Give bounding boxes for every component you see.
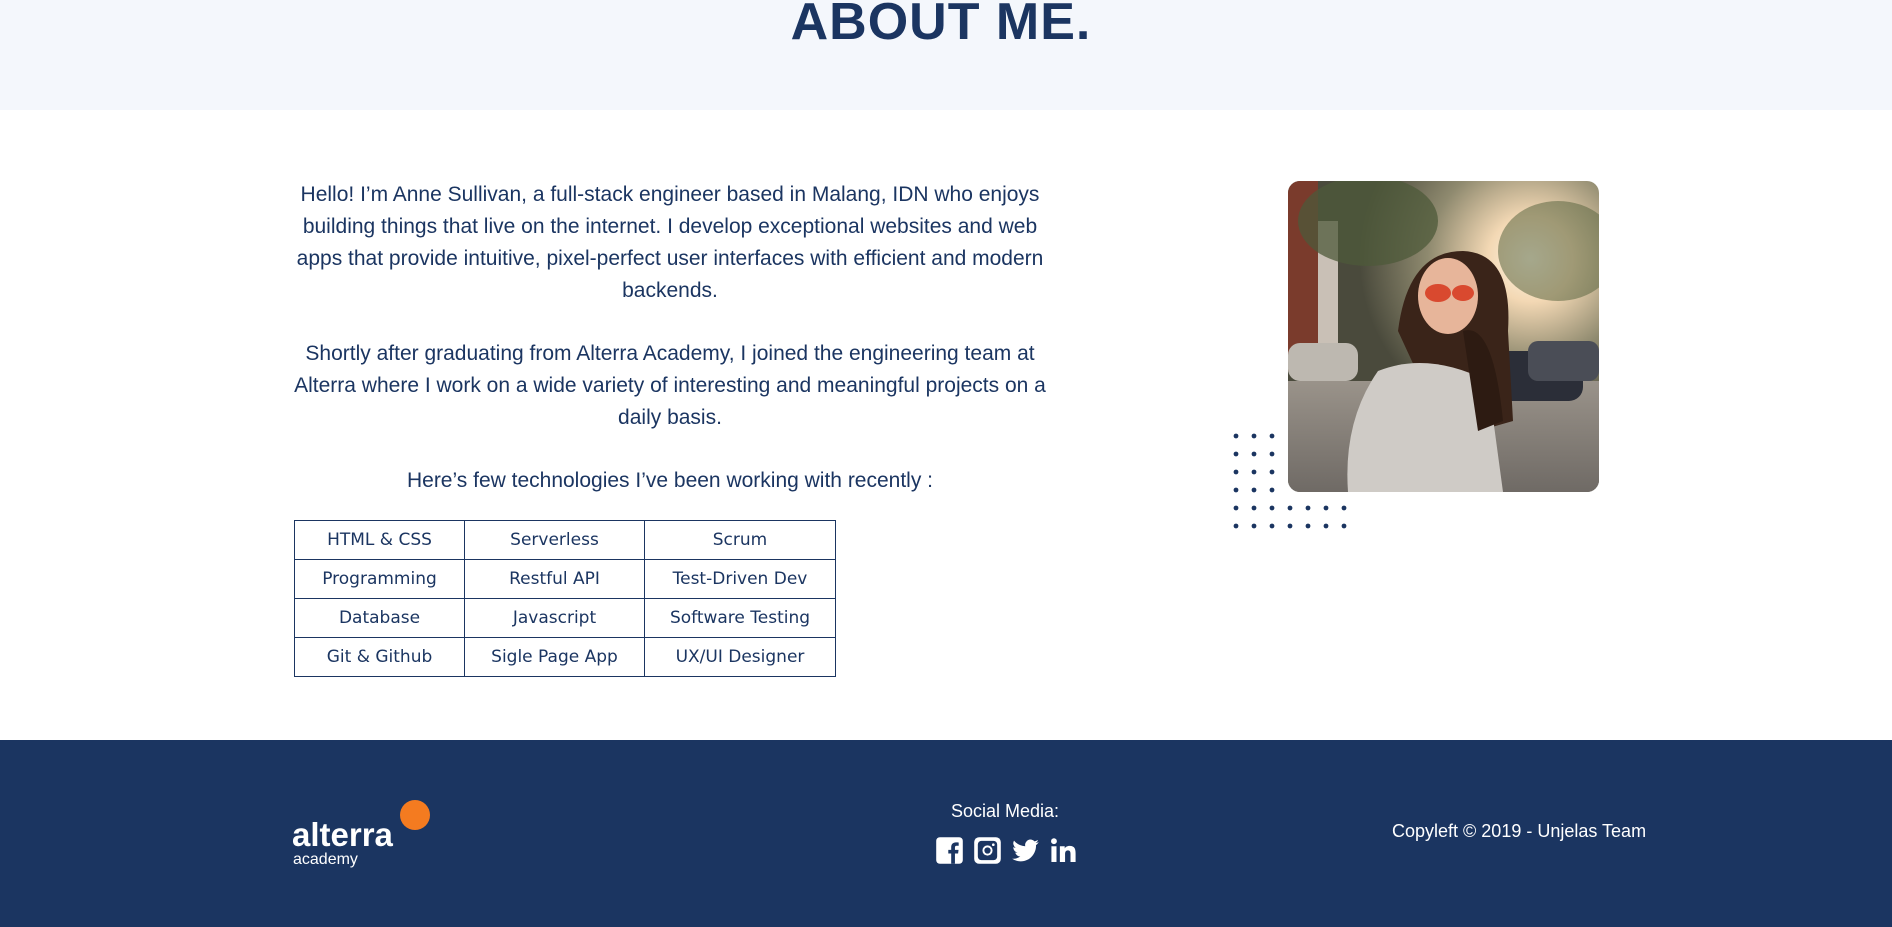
table-row: Git & Github Sigle Page App UX/UI Design… (294, 637, 836, 677)
career-paragraph: Shortly after graduating from Alterra Ac… (294, 342, 1046, 429)
alterra-academy-logo[interactable]: alterra academy (292, 798, 442, 868)
tech-cell: Programming (294, 559, 465, 599)
logo-sub-text: academy (293, 851, 358, 868)
tech-intro-text: Here’s few technologies I’ve been workin… (406, 469, 934, 492)
table-row: Programming Restful API Test-Driven Dev (294, 559, 836, 599)
tech-cell: Serverless (464, 520, 645, 560)
tech-cell: Sigle Page App (464, 637, 645, 677)
linkedin-icon[interactable] (1049, 836, 1078, 865)
footer: alterra academy Social Media: Copyleft ©… (0, 740, 1892, 927)
table-row: HTML & CSS Serverless Scrum (294, 520, 836, 560)
tech-cell: Scrum (644, 520, 836, 560)
technologies-table: HTML & CSS Serverless Scrum Programming … (294, 520, 836, 677)
table-row: Database Javascript Software Testing (294, 598, 836, 638)
social-icons (935, 836, 1078, 865)
facebook-icon[interactable] (935, 836, 964, 865)
tech-cell: Database (294, 598, 465, 638)
tech-cell: Restful API (464, 559, 645, 599)
tech-cell: UX/UI Designer (644, 637, 836, 677)
instagram-icon[interactable] (973, 836, 1002, 865)
tech-cell: Test-Driven Dev (644, 559, 836, 599)
page-title: ABOUT ME. (790, 0, 1092, 51)
intro-paragraph: Hello! I’m Anne Sullivan, a full-stack e… (296, 183, 1044, 302)
about-text: Hello! I’m Anne Sullivan, a full-stack e… (290, 179, 1050, 497)
hero-section: ABOUT ME. (0, 0, 1892, 110)
copyright-text: Copyleft © 2019 - Unjelas Team (1392, 821, 1647, 841)
profile-photo (1288, 181, 1599, 492)
twitter-icon[interactable] (1011, 836, 1040, 865)
logo-brand-text: alterra (292, 816, 394, 853)
tech-cell: HTML & CSS (294, 520, 465, 560)
tech-cell: Git & Github (294, 637, 465, 677)
social-media-title: Social Media: (950, 801, 1060, 821)
tech-cell: Javascript (464, 598, 645, 638)
tech-cell: Software Testing (644, 598, 836, 638)
